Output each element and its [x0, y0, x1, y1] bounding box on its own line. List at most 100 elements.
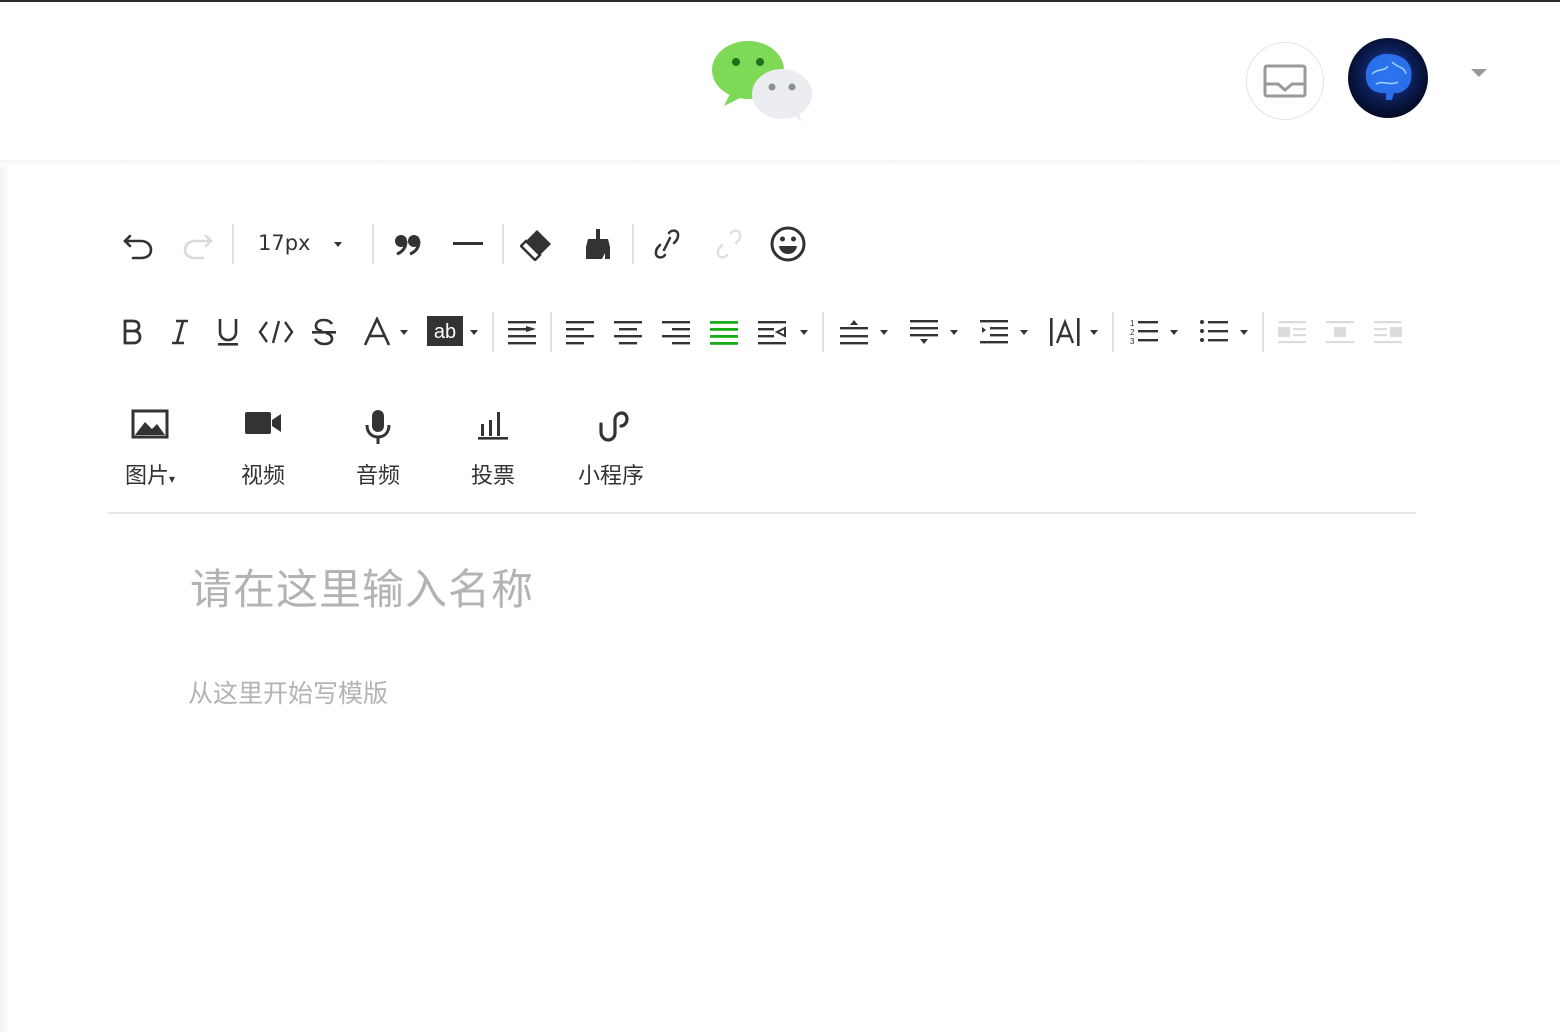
float-center-button[interactable]	[1320, 312, 1360, 352]
vote-label: 投票	[470, 464, 515, 489]
mail-button[interactable]	[1246, 42, 1324, 120]
first-line-indent-button[interactable]	[502, 312, 542, 352]
unordered-list-button[interactable]	[1194, 312, 1254, 352]
toolbar-separator	[632, 224, 634, 264]
font-size-value: 17px	[258, 231, 311, 255]
ordered-list-button[interactable]: 1 2 3	[1124, 312, 1184, 352]
redo-button[interactable]	[178, 222, 218, 266]
align-left-icon	[566, 321, 594, 345]
video-camera-icon	[245, 412, 281, 434]
align-center-icon	[614, 321, 642, 345]
video-label: 视频	[240, 464, 285, 489]
spacing-before-icon	[840, 320, 868, 345]
insert-miniprogram-button[interactable]: 小程序	[568, 408, 654, 492]
line-height-button[interactable]	[974, 312, 1034, 352]
paragraph-spacing-before-button[interactable]	[834, 312, 894, 352]
float-center-icon	[1326, 321, 1354, 344]
align-center-button[interactable]	[608, 312, 648, 352]
font-color-caret-icon	[400, 330, 408, 335]
svg-text:ab: ab	[434, 321, 456, 343]
insert-link-button[interactable]	[646, 222, 688, 266]
unlink-icon	[716, 229, 742, 259]
blockquote-button[interactable]	[388, 222, 428, 266]
miniprogram-label: 小程序	[577, 464, 644, 489]
align-right-icon	[662, 321, 690, 345]
image-icon	[131, 409, 169, 439]
wechat-logo-icon	[710, 40, 814, 124]
background-color-caret-icon	[470, 330, 478, 335]
toolbar-separator	[550, 312, 552, 352]
spacing-after-caret-icon	[950, 330, 958, 335]
float-right-button[interactable]	[1368, 312, 1408, 352]
link-icon	[654, 229, 680, 259]
header-shadow	[0, 160, 1560, 166]
brush-icon	[586, 229, 610, 259]
insert-audio-button[interactable]: 音频	[340, 408, 416, 492]
user-avatar[interactable]	[1348, 38, 1428, 118]
smiley-icon	[770, 226, 806, 262]
bullet-list-icon	[1200, 320, 1228, 342]
underline-button[interactable]	[210, 312, 246, 352]
toolbar-separator	[822, 312, 824, 352]
svg-text:2: 2	[1130, 328, 1135, 337]
body-editor[interactable]: 从这里开始写模版	[188, 674, 388, 710]
eraser-icon	[520, 230, 551, 261]
italic-icon	[172, 319, 188, 345]
font-size-caret-icon	[334, 242, 342, 247]
indent-first-line-icon	[508, 321, 536, 345]
strikethrough-icon	[312, 318, 336, 346]
bold-button[interactable]	[114, 312, 150, 352]
svg-text:3: 3	[1130, 337, 1135, 346]
ordered-list-icon: 1 2 3	[1130, 319, 1158, 346]
image-label: 图片▾	[124, 464, 176, 489]
indent-icon	[758, 321, 786, 345]
align-right-button[interactable]	[656, 312, 696, 352]
letter-spacing-button[interactable]	[1044, 312, 1104, 352]
miniprogram-icon	[599, 411, 629, 442]
highlight-icon: ab	[427, 316, 463, 346]
unlink-button[interactable]	[708, 222, 750, 266]
strikethrough-button[interactable]	[306, 312, 342, 352]
toolbar-divider	[108, 512, 1416, 514]
italic-button[interactable]	[162, 312, 198, 352]
image-dropdown-caret-icon: ▾	[168, 472, 176, 486]
emoji-button[interactable]	[766, 222, 810, 266]
inline-code-button[interactable]	[256, 312, 296, 352]
clear-format-button[interactable]	[516, 222, 558, 266]
insert-vote-button[interactable]: 投票	[456, 408, 530, 492]
toolbar-separator	[502, 224, 504, 264]
title-input[interactable]: 请在这里输入名称	[190, 556, 534, 617]
format-painter-button[interactable]	[578, 222, 618, 266]
background-color-button[interactable]: ab	[424, 312, 484, 352]
indent-button[interactable]	[752, 312, 814, 352]
insert-video-button[interactable]: 视频	[226, 408, 300, 492]
align-justify-icon	[710, 321, 738, 345]
font-size-select[interactable]: 17px	[244, 222, 354, 266]
spacing-after-icon	[910, 320, 938, 344]
float-left-button[interactable]	[1272, 312, 1312, 352]
left-edge-shadow	[0, 166, 10, 1032]
paragraph-spacing-after-button[interactable]	[904, 312, 964, 352]
user-menu-caret-icon[interactable]	[1471, 69, 1487, 77]
undo-icon	[123, 234, 153, 260]
ordered-list-caret-icon	[1170, 330, 1178, 335]
line-height-caret-icon	[1020, 330, 1028, 335]
letter-spacing-caret-icon	[1090, 330, 1098, 335]
svg-text:1: 1	[1130, 319, 1135, 328]
toolbar-separator	[492, 312, 494, 352]
align-left-button[interactable]	[560, 312, 600, 352]
quote-icon	[395, 235, 421, 256]
toolbar-separator	[1262, 312, 1264, 352]
horizontal-line-icon	[453, 242, 483, 245]
font-color-button[interactable]	[356, 312, 416, 352]
float-left-icon	[1278, 321, 1306, 344]
align-justify-button[interactable]	[704, 312, 744, 352]
horizontal-rule-button[interactable]	[448, 222, 488, 266]
redo-icon	[183, 234, 213, 260]
undo-button[interactable]	[118, 222, 158, 266]
insert-image-button[interactable]: 图片▾	[112, 408, 188, 492]
float-right-icon	[1374, 321, 1402, 344]
underline-icon	[218, 319, 238, 346]
microphone-icon	[365, 410, 391, 444]
bar-chart-icon	[478, 412, 508, 440]
